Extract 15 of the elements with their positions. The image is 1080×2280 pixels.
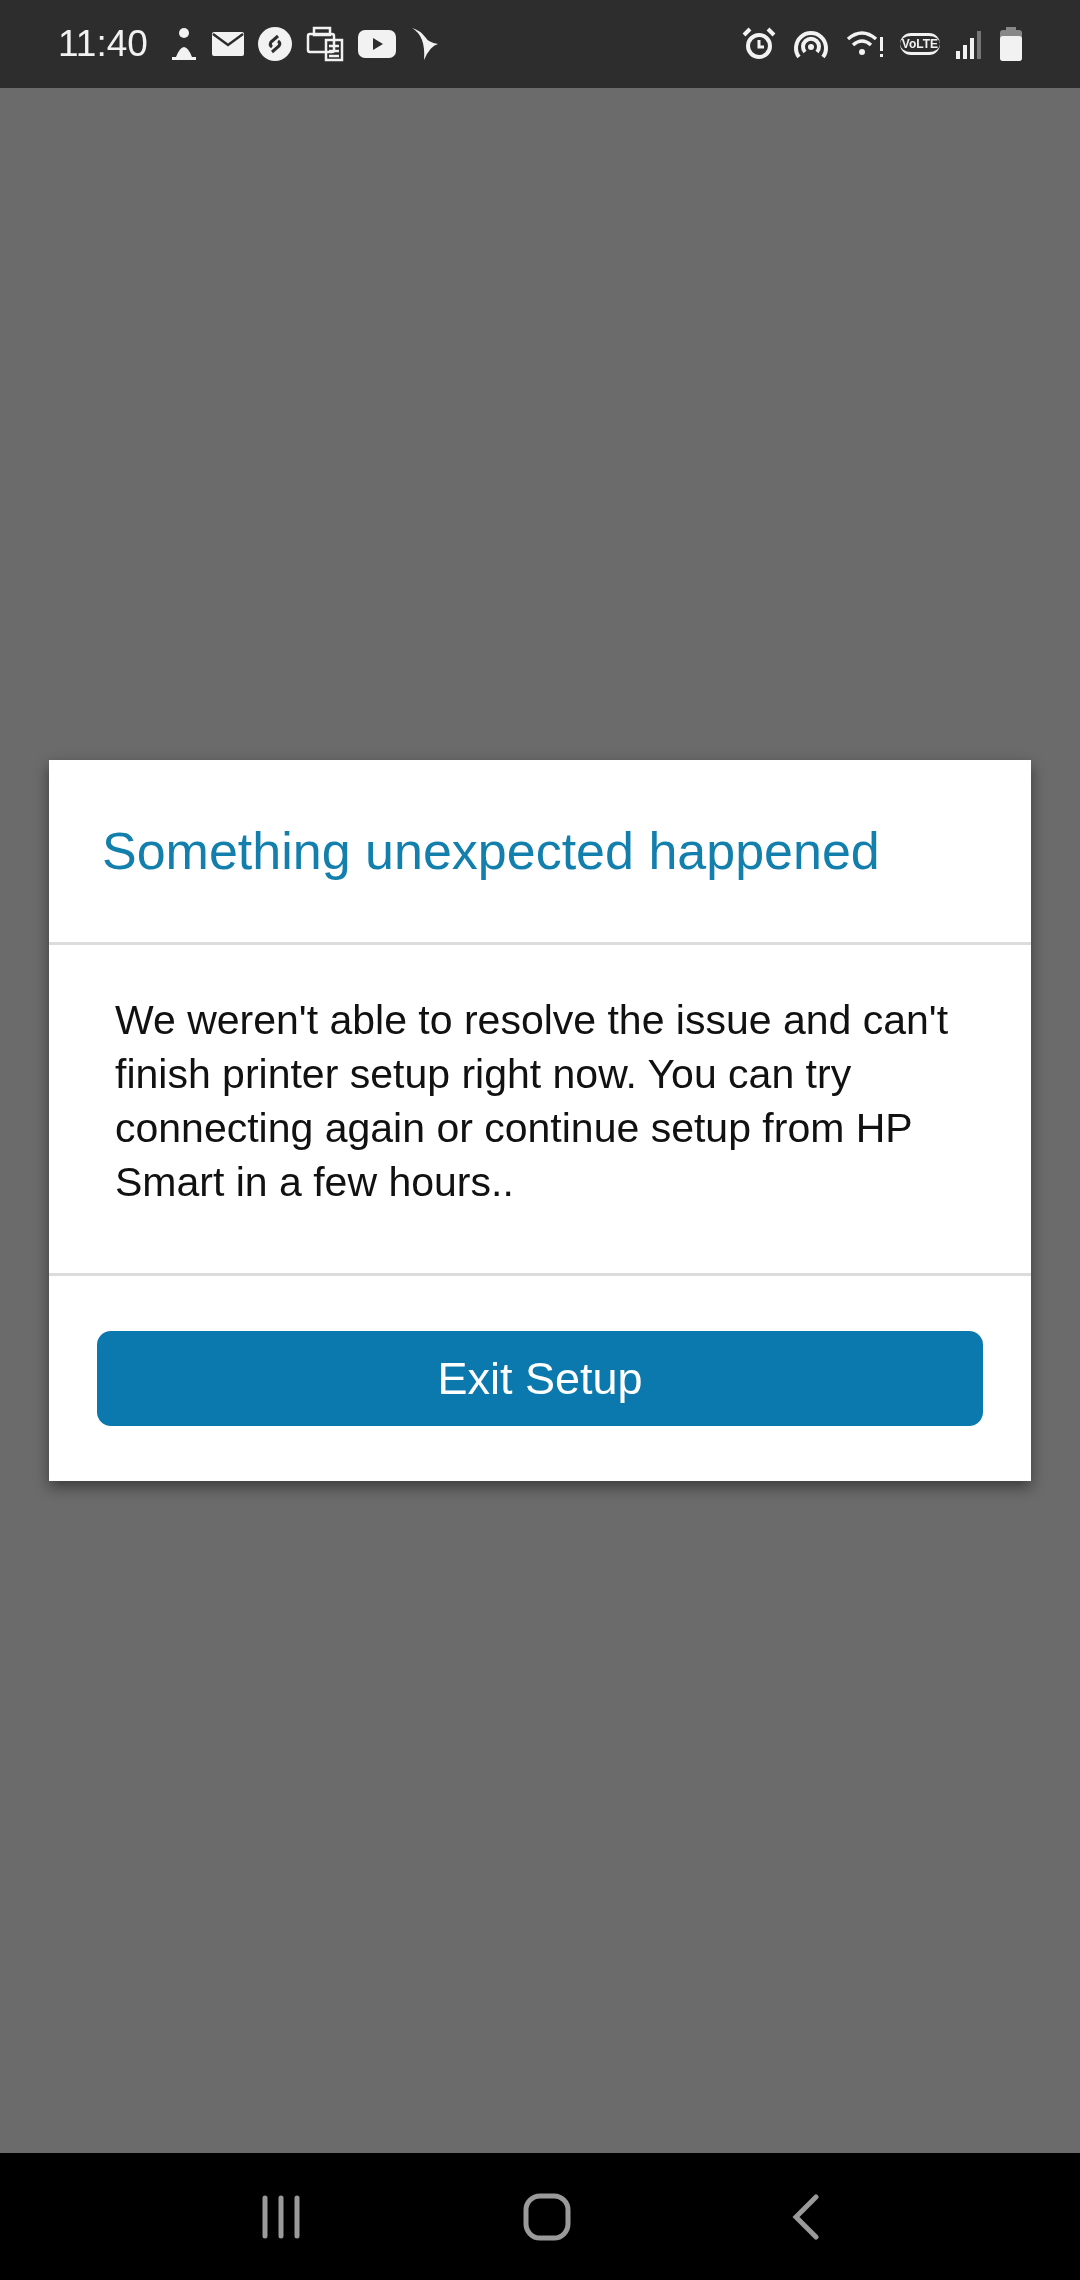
back-icon[interactable] — [791, 2193, 820, 2240]
figure-icon — [169, 27, 198, 61]
signal-icon — [956, 29, 984, 59]
mail-icon — [211, 32, 244, 56]
exit-setup-button[interactable]: Exit Setup — [97, 1331, 983, 1426]
home-icon[interactable] — [523, 2192, 571, 2241]
dialog-title: Something unexpected happened — [102, 821, 880, 882]
clock: 11:40 — [58, 22, 148, 67]
recent-apps-icon[interactable] — [260, 2194, 303, 2239]
alarm-icon — [741, 27, 776, 61]
play-icon — [357, 30, 396, 58]
dialog-message: We weren't able to resolve the issue and can't finish printer setup right now. You can try connecting again or continue setup from HP Smart in a few hours.. — [115, 996, 950, 1207]
wifi-icon — [845, 29, 884, 59]
printer-icon — [305, 26, 344, 62]
battery-icon — [1000, 27, 1022, 61]
